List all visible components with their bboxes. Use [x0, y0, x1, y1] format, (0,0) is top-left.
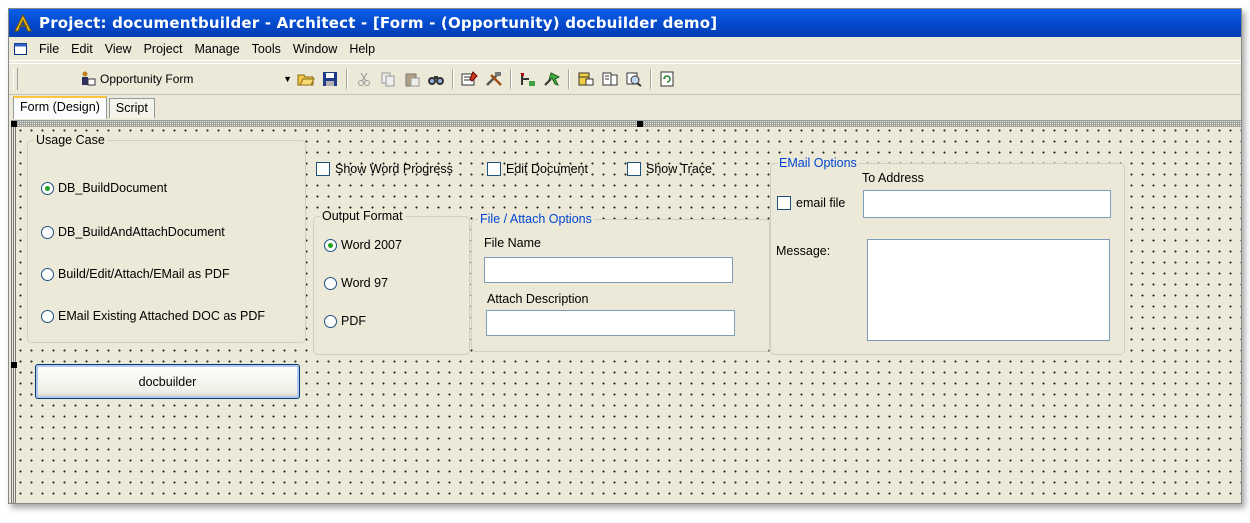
- email-file-checkbox[interactable]: email file: [777, 196, 845, 210]
- menu-tools[interactable]: Tools: [246, 42, 287, 56]
- radio-label: DB_BuildDocument: [58, 181, 168, 195]
- radio-label: Word 97: [341, 276, 389, 290]
- menu-view[interactable]: View: [99, 42, 138, 56]
- editor-tabs: Form (Design) Script: [13, 96, 157, 119]
- radio-db-build-document[interactable]: DB_BuildDocument: [41, 181, 167, 195]
- run-icon[interactable]: [541, 68, 563, 90]
- selection-handle[interactable]: [637, 121, 643, 127]
- radio-email-existing-attached[interactable]: EMail Existing Attached DOC as PDF: [41, 309, 265, 323]
- checkbox-icon[interactable]: [316, 162, 330, 176]
- radio-label: EMail Existing Attached DOC as PDF: [58, 309, 266, 323]
- menu-help[interactable]: Help: [343, 42, 381, 56]
- copy-icon[interactable]: [377, 68, 399, 90]
- vertical-ruler: [11, 121, 17, 503]
- refresh-icon[interactable]: [657, 68, 679, 90]
- show-trace-checkbox[interactable]: Show Trace: [627, 162, 712, 176]
- toolbar-separator: [452, 69, 454, 89]
- architect-app-icon: [14, 13, 32, 32]
- lookup-icon[interactable]: [623, 68, 645, 90]
- form-selector-value: Opportunity Form: [100, 72, 194, 86]
- radio-label: DB_BuildAndAttachDocument: [58, 225, 225, 239]
- file-name-label: File Name: [484, 236, 541, 250]
- window-title: Project: documentbuilder - Architect - […: [39, 14, 718, 32]
- radio-label: Word 2007: [341, 238, 402, 252]
- output-format-legend: Output Format: [320, 209, 405, 223]
- checkbox-icon[interactable]: [487, 162, 501, 176]
- selection-handle[interactable]: [11, 362, 17, 368]
- docbuilder-button[interactable]: docbuilder: [35, 364, 300, 399]
- radio-pdf[interactable]: PDF: [324, 314, 366, 328]
- attach-description-input[interactable]: [486, 310, 735, 336]
- form-selector[interactable]: Opportunity Form ▼: [79, 70, 294, 88]
- radio-button-icon[interactable]: [41, 181, 54, 195]
- radio-button-icon[interactable]: [324, 314, 337, 328]
- checkbox-label: Edit Document: [506, 162, 588, 176]
- checkbox-label: email file: [796, 196, 846, 210]
- attach-description-label: Attach Description: [487, 292, 589, 306]
- email-options-legend: EMail Options: [777, 156, 859, 170]
- menu-project[interactable]: Project: [138, 42, 189, 56]
- tools-icon[interactable]: [483, 68, 505, 90]
- radio-word-97[interactable]: Word 97: [324, 276, 388, 290]
- open-icon[interactable]: [295, 68, 317, 90]
- edit-document-checkbox[interactable]: Edit Document: [487, 162, 588, 176]
- radio-db-build-and-attach[interactable]: DB_BuildAndAttachDocument: [41, 225, 225, 239]
- tab-order-icon[interactable]: [517, 68, 539, 90]
- form-design-canvas[interactable]: Usage Case DB_BuildDocument DB_BuildAndA…: [11, 120, 1241, 503]
- selection-handle[interactable]: [11, 121, 17, 127]
- title-bar[interactable]: Project: documentbuilder - Architect - […: [9, 9, 1241, 37]
- radio-build-edit-attach-email[interactable]: Build/Edit/Attach/EMail as PDF: [41, 267, 230, 281]
- tab-form-design[interactable]: Form (Design): [13, 96, 107, 119]
- file-name-input[interactable]: [484, 257, 733, 283]
- save-icon[interactable]: [319, 68, 341, 90]
- radio-label: Build/Edit/Attach/EMail as PDF: [58, 267, 230, 281]
- dropdown-arrow-icon[interactable]: ▼: [283, 74, 292, 84]
- architect-window: Project: documentbuilder - Architect - […: [8, 8, 1242, 504]
- checkbox-label: Show Word Progress: [335, 162, 453, 176]
- cut-icon[interactable]: [353, 68, 375, 90]
- checkbox-icon[interactable]: [777, 196, 791, 210]
- database-icon[interactable]: [575, 68, 597, 90]
- radio-word-2007[interactable]: Word 2007: [324, 238, 402, 252]
- tab-script[interactable]: Script: [108, 98, 155, 118]
- horizontal-ruler: [11, 121, 1241, 127]
- form-icon: [82, 71, 96, 86]
- document-window-icon[interactable]: [13, 41, 29, 57]
- properties-icon[interactable]: [459, 68, 481, 90]
- menu-manage[interactable]: Manage: [188, 42, 245, 56]
- radio-button-icon[interactable]: [324, 276, 337, 290]
- menu-file[interactable]: File: [33, 42, 65, 56]
- to-address-label: To Address: [862, 171, 924, 185]
- menu-edit[interactable]: Edit: [65, 42, 99, 56]
- find-icon[interactable]: [425, 68, 447, 90]
- checkbox-icon[interactable]: [627, 162, 641, 176]
- radio-button-icon[interactable]: [324, 238, 337, 252]
- paste-icon[interactable]: [401, 68, 423, 90]
- message-textarea[interactable]: [867, 239, 1110, 341]
- radio-button-icon[interactable]: [41, 267, 54, 281]
- to-address-input[interactable]: [863, 190, 1111, 218]
- menu-bar: File Edit View Project Manage Tools Wind…: [9, 38, 1241, 61]
- list-icon[interactable]: [599, 68, 621, 90]
- radio-button-icon[interactable]: [41, 309, 54, 323]
- file-attach-options-legend: File / Attach Options: [478, 212, 594, 226]
- toolbar-grip[interactable]: [13, 68, 18, 90]
- usage-case-legend: Usage Case: [34, 133, 107, 147]
- message-label: Message:: [776, 244, 831, 258]
- radio-button-icon[interactable]: [41, 225, 54, 239]
- toolbar-separator: [650, 69, 652, 89]
- radio-label: PDF: [341, 314, 366, 328]
- checkbox-label: Show Trace: [646, 162, 713, 176]
- menu-window[interactable]: Window: [287, 42, 343, 56]
- toolbar-separator: [568, 69, 570, 89]
- toolbar-separator: [510, 69, 512, 89]
- main-toolbar: Opportunity Form ▼: [9, 63, 1241, 95]
- toolbar-separator: [346, 69, 348, 89]
- show-word-progress-checkbox[interactable]: Show Word Progress: [316, 162, 453, 176]
